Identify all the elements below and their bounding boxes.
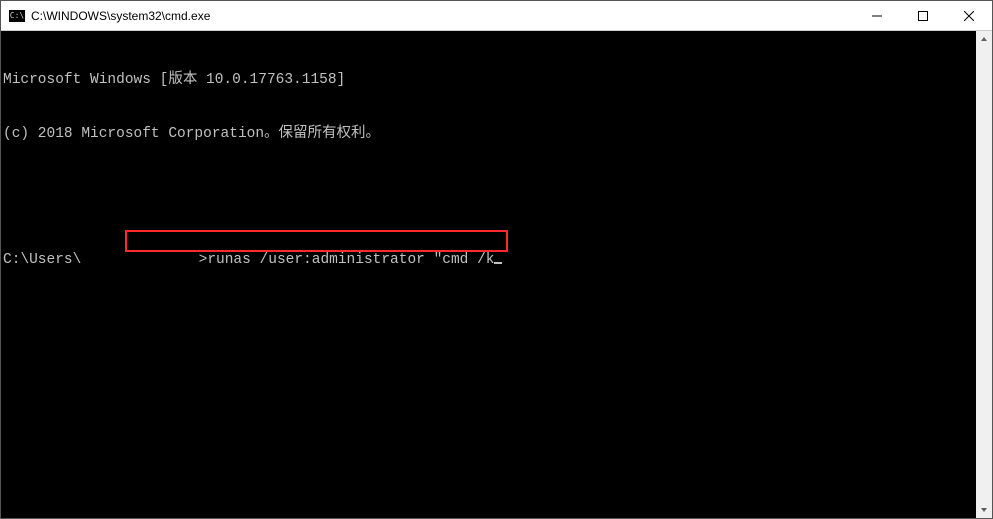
text-cursor — [494, 262, 502, 264]
redacted-username — [69, 233, 123, 251]
output-line: Microsoft Windows [版本 10.0.17763.1158] — [3, 71, 974, 89]
scroll-down-button[interactable] — [976, 502, 992, 518]
terminal-output: Microsoft Windows [版本 10.0.17763.1158] (… — [1, 31, 976, 518]
window-controls — [854, 1, 992, 30]
window-titlebar: C:\ C:\WINDOWS\system32\cmd.exe — [1, 1, 992, 31]
window-title: C:\WINDOWS\system32\cmd.exe — [31, 9, 854, 23]
close-button[interactable] — [946, 1, 992, 30]
scroll-up-button[interactable] — [976, 31, 992, 47]
minimize-button[interactable] — [854, 1, 900, 30]
maximize-button[interactable] — [900, 1, 946, 30]
output-line: (c) 2018 Microsoft Corporation。保留所有权利。 — [3, 125, 974, 143]
terminal[interactable]: Microsoft Windows [版本 10.0.17763.1158] (… — [1, 31, 992, 518]
prompt-line: C:\Users\ >runas /user:administrator "cm… — [3, 233, 974, 251]
command-text: >runas /user:administrator "cmd /k — [199, 252, 495, 268]
highlighted-command-box: >runas /user:administrator "cmd /k — [125, 230, 508, 252]
prompt-path: C:\Users\ — [3, 251, 81, 269]
cmd-icon: C:\ — [9, 10, 25, 22]
blank-line — [3, 179, 974, 197]
